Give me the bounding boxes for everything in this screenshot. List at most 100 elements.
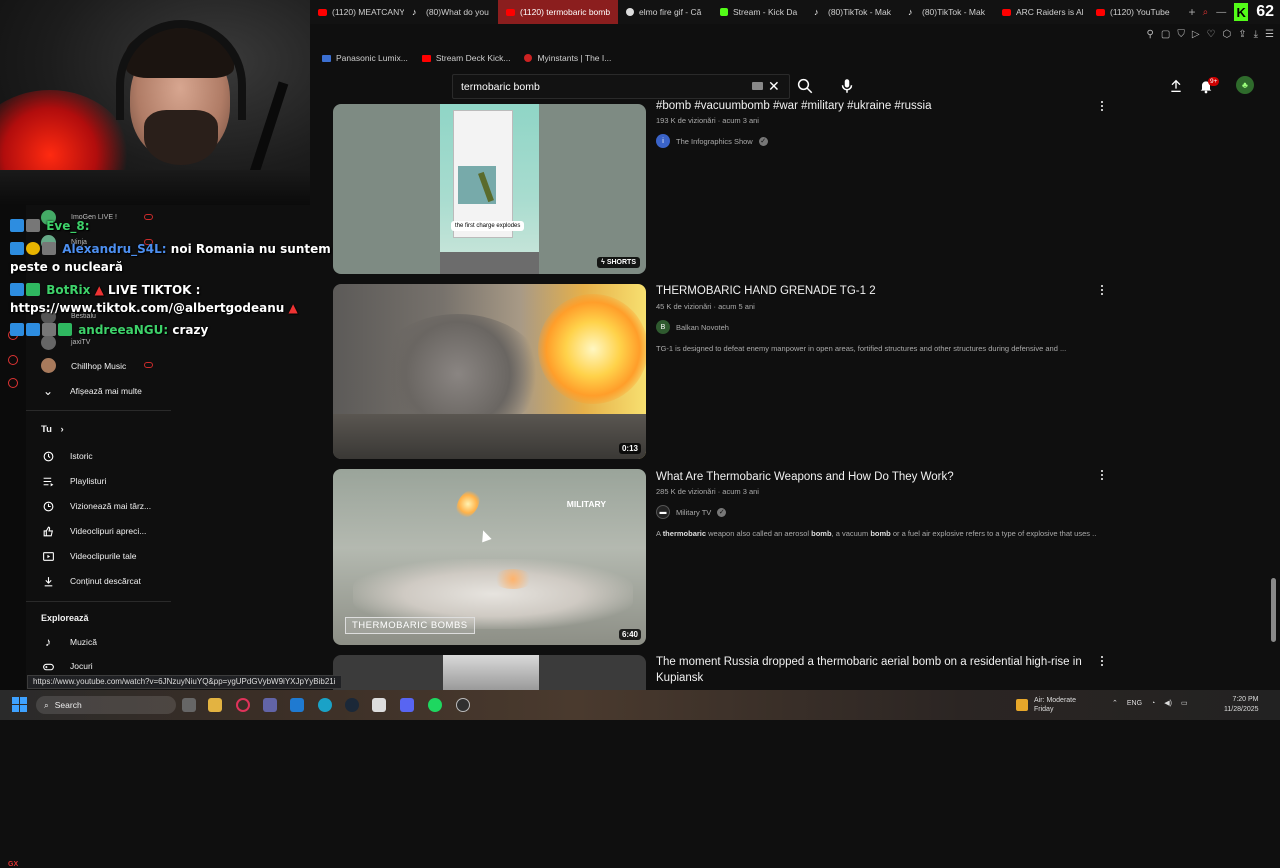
show-more-label: Afișează mai multe [70,386,142,396]
liked-icon [41,524,55,538]
play-icon[interactable]: ▷ [1192,29,1200,40]
sidebar-item-your-videos[interactable]: Videoclipurile tale [41,549,136,563]
search-input-value: termobaric bomb [461,80,540,93]
spotify-icon[interactable] [428,698,442,712]
battery-icon[interactable]: ▭ [1181,699,1188,707]
browser-tab[interactable]: ♪ (80)TikTok - Mak [900,0,994,24]
opera-gx-icon[interactable] [236,698,250,712]
more-actions-icon[interactable] [1098,99,1106,113]
subscription-label: Chillhop Music [71,360,127,371]
search-input[interactable]: termobaric bomb [452,74,790,99]
keyboard-icon[interactable] [752,82,763,90]
video-title[interactable]: What Are Thermobaric Weapons and How Do … [656,469,1096,485]
browser-tab[interactable]: ARC Raiders is Al [994,0,1088,24]
video-channel[interactable]: B Balkan Novoteh [656,320,729,334]
shield-icon[interactable]: ⛉ [1177,29,1185,40]
screenshot-icon[interactable]: ▢ [1161,29,1170,40]
sidebar-item-downloads[interactable]: Conținut descărcat [41,574,141,588]
windows-start-icon[interactable] [12,697,27,712]
discord-icon[interactable] [400,698,414,712]
share-icon[interactable]: ⇪ [1238,29,1246,40]
thumbnail-art [443,655,539,690]
video-thumbnail[interactable]: MILITARY THERMOBARIC BOMBS 6:40 [333,469,646,645]
channel-name: Military TV [676,507,712,517]
upload-icon[interactable] [1168,78,1184,94]
video-channel[interactable]: i The Infographics Show ✓ [656,134,768,148]
video-thumbnail[interactable]: the first charge explodes ϟ SHORTS [333,104,646,274]
chat-text: crazy [172,323,209,337]
video-thumbnail[interactable] [333,655,646,690]
sidebar-app-icon[interactable] [8,355,18,365]
microphone-icon[interactable] [838,77,856,95]
extension-icons: ⚲ ▢ ⛉ ▷ ♡ ⬡ ⇪ ⤓ ☰ [1147,29,1274,40]
browser-tab[interactable]: elmo fire gif - Că [618,0,712,24]
browser-tab[interactable]: Stream - Kick Da [712,0,806,24]
clear-search-icon[interactable]: ✕ [768,78,780,95]
browser-tab[interactable]: (1120) YouTube [1088,0,1182,24]
youtube-icon [1096,8,1105,16]
chat-message: andreeaNGU: crazy [10,323,208,337]
tiktok-icon: ♪ [908,6,913,17]
system-clock[interactable]: 7:20 PM 11/28/2025 [1224,695,1259,715]
description-text: weapon also called an aerosol [706,529,812,538]
sidebar-item-history[interactable]: Istoric [41,449,93,463]
heart-icon[interactable]: ♡ [1207,29,1216,40]
browser-tab[interactable]: (1120) MEATCANY [310,0,404,24]
show-more-button[interactable]: ⌄ Afișează mai multe [41,384,142,398]
tray-overflow-icon[interactable]: ⌃ [1112,699,1118,707]
vscode-icon[interactable] [290,698,304,712]
pin-icon[interactable]: ⚲ [1147,29,1154,40]
sidebar-item-music[interactable]: ♪ Muzică [41,635,97,649]
weather-widget[interactable]: Air: Moderate Friday [1016,696,1076,714]
page-scrollbar[interactable] [1271,578,1276,642]
obs-icon[interactable] [456,698,470,712]
video-title[interactable]: THERMOBARIC HAND GRENADE TG-1 2 [656,283,1096,299]
live-indicator-icon [144,362,153,368]
sidebar-item-playlists[interactable]: Playlisturi [41,474,106,488]
sidebar-subscription[interactable]: Chillhop Music [41,358,126,373]
sidebar-divider [26,601,171,602]
search-icon[interactable] [796,77,814,95]
sidebar-item-gaming[interactable]: Jocuri [41,659,93,673]
browser-tab[interactable]: ♪ (80)What do you [404,0,498,24]
task-view-icon[interactable] [182,698,196,712]
youtube-icon [506,8,515,16]
wifi-icon[interactable]: ◔ [1151,700,1155,707]
kick-viewer-count: 62 [1256,3,1274,20]
video-thumbnail[interactable]: 0:13 [333,284,646,459]
bookmark-item[interactable]: Stream Deck Kick... [421,53,511,63]
more-actions-icon[interactable] [1098,283,1106,297]
browser-tab[interactable]: ♪ (80)TikTok - Mak [806,0,900,24]
video-meta: 285 K de vizionări · acum 3 ani [656,487,759,496]
bookmark-item[interactable]: Myinstants | The I... [524,53,611,63]
bookmark-item[interactable]: Panasonic Lumix... [322,53,408,63]
video-title[interactable]: The moment Russia dropped a thermobaric … [656,654,1086,686]
you-section-heading[interactable]: Tu › [41,424,64,435]
video-channel[interactable]: ▬ Military TV ✓ [656,505,727,519]
teams-icon[interactable] [263,698,277,712]
browser-tab-active[interactable]: (1120) termobaric bomb [498,0,618,24]
sidebar-item-watch-later[interactable]: Vizionează mai târz... [41,499,151,513]
chat-username: BotRix [46,283,91,297]
download-icon[interactable]: ⤓ [1254,29,1258,40]
store-icon[interactable] [372,698,386,712]
account-avatar[interactable]: ♣ [1236,76,1254,94]
sidebar-item-label: Istoric [70,451,93,461]
more-actions-icon[interactable] [1098,468,1106,482]
search-tabs-icon[interactable]: ⌕ [1203,7,1209,18]
edge-icon[interactable] [318,698,332,712]
more-actions-icon[interactable] [1098,654,1106,668]
file-explorer-icon[interactable] [208,698,222,712]
minimize-icon[interactable]: — [1216,7,1226,18]
menu-icon[interactable]: ☰ [1265,29,1274,40]
taskbar-search[interactable]: ⌕ Search [36,696,176,714]
video-title[interactable]: #bomb #vacuumbomb #war #military #ukrain… [656,98,1096,114]
sidebar-app-icon[interactable] [8,378,18,388]
language-indicator[interactable]: ENG [1127,700,1142,707]
extensions-icon[interactable]: ⬡ [1222,29,1231,40]
sidebar-item-liked[interactable]: Videoclipuri apreci... [41,524,146,538]
steam-icon[interactable] [345,698,359,712]
new-tab-button[interactable]: + [1182,5,1202,19]
bookmark-label: Stream Deck Kick... [435,53,511,63]
volume-icon[interactable]: ◀) [1164,699,1172,707]
